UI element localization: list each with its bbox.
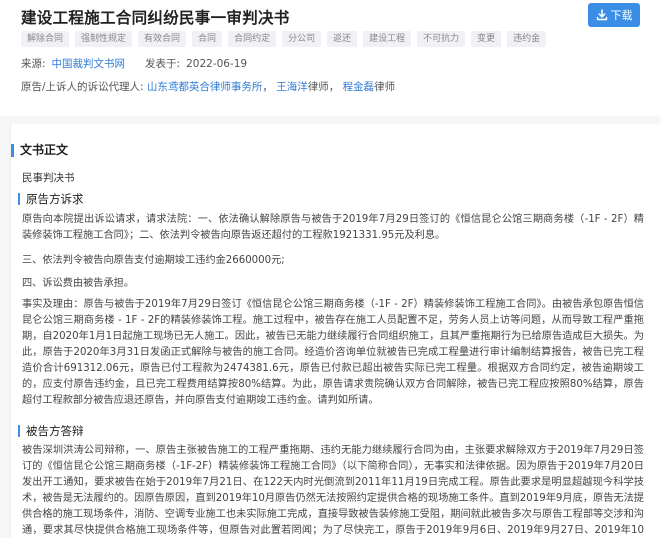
- tag[interactable]: 不可抗力: [417, 31, 466, 47]
- download-icon: [596, 9, 607, 21]
- tag[interactable]: 违约金: [507, 31, 547, 47]
- download-button[interactable]: 下载: [588, 3, 640, 27]
- section-title: 文书正文: [11, 144, 68, 157]
- paragraph: 原告向本院提出诉讼请求，请求法院：一、依法确认解除原告与被告于2019年7月29…: [22, 214, 644, 241]
- source-link[interactable]: 中国裁判文书网: [52, 56, 126, 71]
- tag-list: 解除合同 强制性规定 有效合同 合同 合同约定 分公司 返还 建设工程 不可抗力…: [21, 31, 547, 47]
- lawyer-suffix: 律师: [374, 81, 396, 93]
- paragraph: 事实及理由：原告与被告于2019年7月29日签订《恒信昆仑公馆三期商务楼（-1F…: [22, 299, 644, 406]
- header-card: 建设工程施工合同纠纷民事一审判决书 下载 解除合同 强制性规定 有效合同 合同 …: [0, 0, 660, 116]
- tag[interactable]: 建设工程: [363, 31, 412, 47]
- law-firm-link[interactable]: 山东鸢都英合律师事务所: [147, 81, 263, 93]
- download-label: 下载: [610, 9, 633, 22]
- publish-date: 2022-06-19: [186, 57, 248, 70]
- tag[interactable]: 有效合同: [138, 31, 187, 47]
- tag[interactable]: 强制性规定: [75, 31, 133, 47]
- tag[interactable]: 返还: [327, 31, 358, 47]
- paragraph: 三、依法判令被告向原告支付逾期竣工违约金2660000元;: [22, 255, 285, 266]
- tag[interactable]: 变更: [471, 31, 502, 47]
- agent-label: 原告/上诉人的诉讼代理人:: [21, 81, 144, 93]
- lawyer-suffix: 律师，: [307, 81, 340, 93]
- lawyer-link[interactable]: 程金磊: [343, 81, 375, 93]
- plaintiff-claims-heading: 原告方诉求: [18, 193, 84, 205]
- source-row: 来源: 中国裁判文书网 发表于: 2022-06-19: [21, 56, 247, 71]
- paragraph: 四、诉讼费由被告承担。: [22, 278, 135, 289]
- tag[interactable]: 分公司: [282, 31, 322, 47]
- document-type: 民事判决书: [22, 172, 75, 184]
- agent-row: 原告/上诉人的诉讼代理人: 山东鸢都英合律师事务所， 王海洋律师， 程金磊律师: [21, 81, 396, 93]
- defendant-reply-heading: 被告方答辩: [18, 425, 84, 437]
- page-title: 建设工程施工合同纠纷民事一审判决书: [21, 9, 290, 27]
- page: 建设工程施工合同纠纷民事一审判决书 下载 解除合同 强制性规定 有效合同 合同 …: [0, 0, 660, 538]
- paragraph: 被告深圳洪涛公司辩称，一、原告主张被告施工的工程严重拖期、违约无能力继续履行合同…: [22, 445, 644, 536]
- source-label: 来源:: [21, 58, 46, 70]
- date-label: 发表于:: [145, 58, 181, 70]
- tag[interactable]: 合同: [192, 31, 223, 47]
- tag[interactable]: 合同约定: [228, 31, 277, 47]
- lawyer-link[interactable]: 王海洋: [276, 81, 308, 93]
- tag[interactable]: 解除合同: [21, 31, 70, 47]
